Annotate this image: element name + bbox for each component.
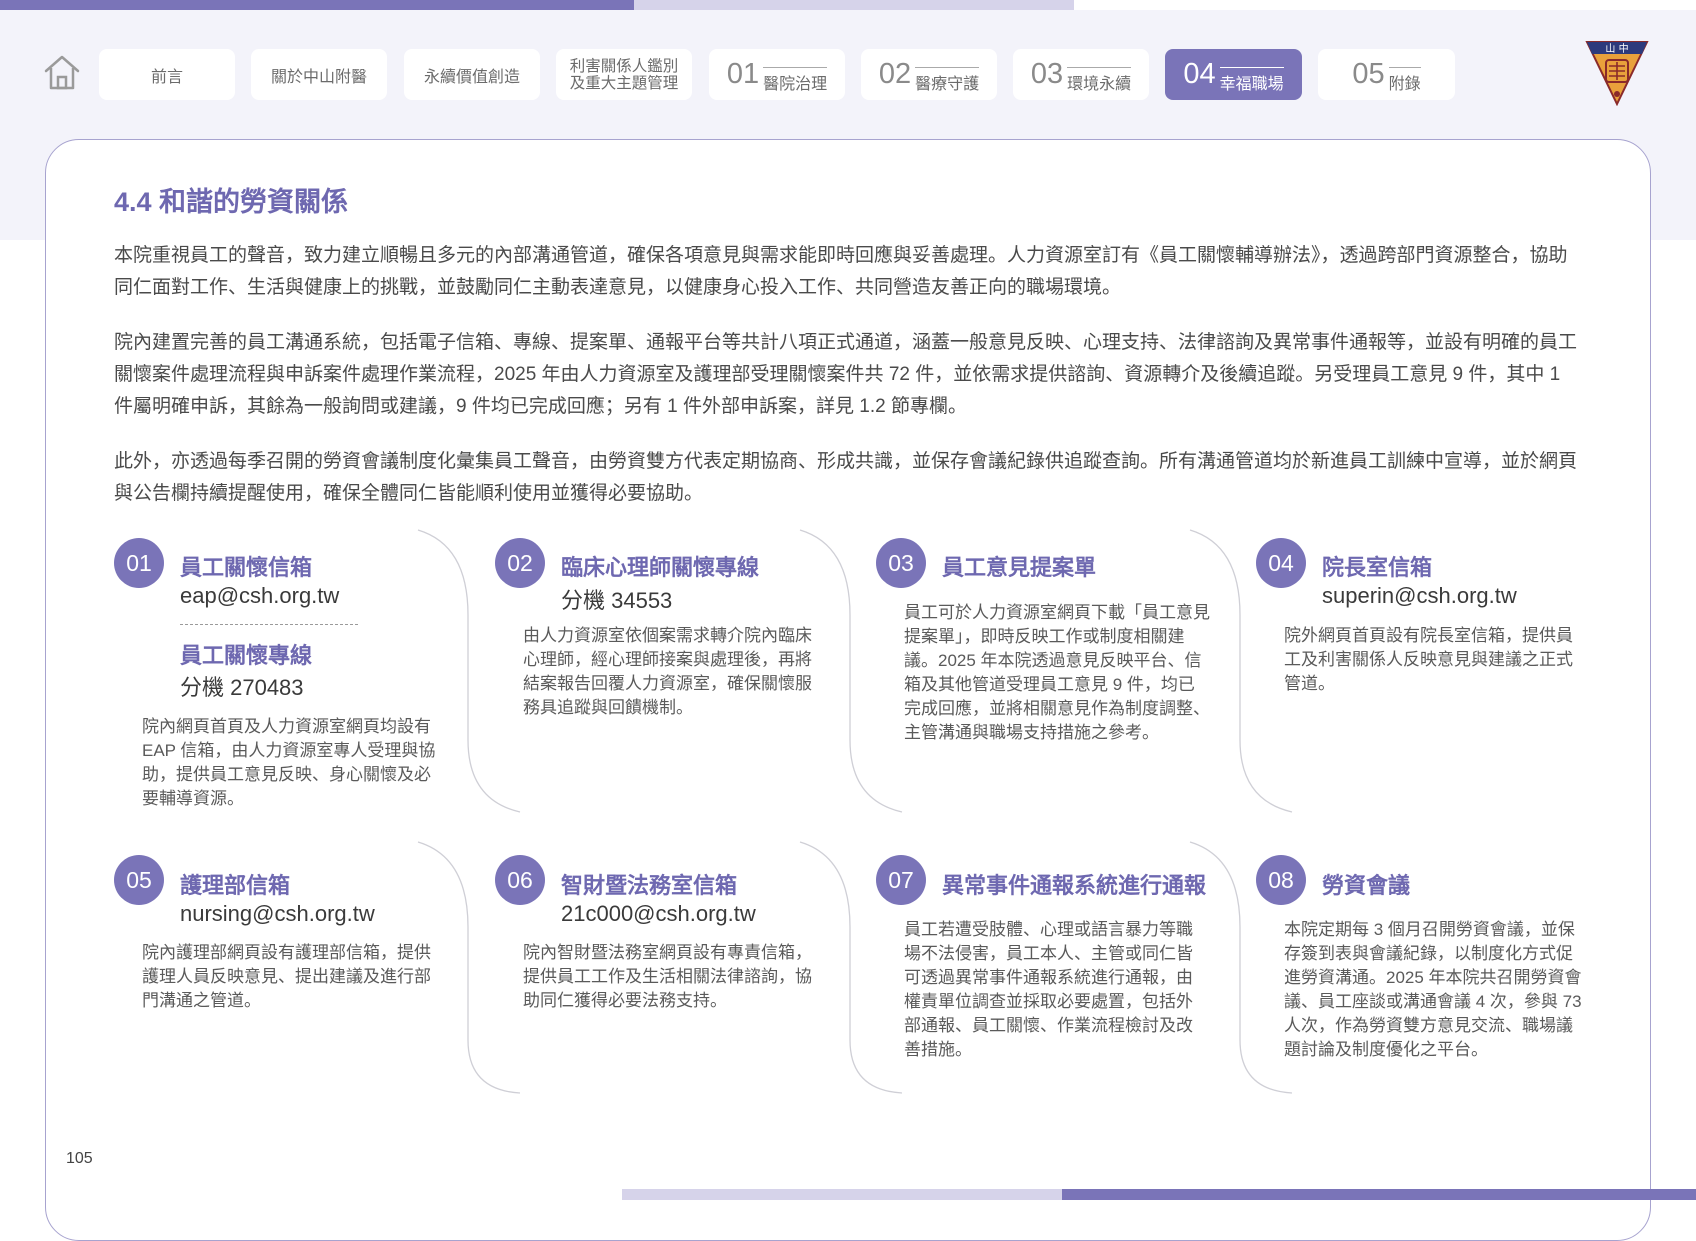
channel-contact-email[interactable]: eap@csh.org.tw <box>180 583 339 609</box>
nav-tab-number: 02 <box>878 58 912 90</box>
channel-title: 勞資會議 <box>1322 873 1411 898</box>
channel-description: 院內護理部網頁設有護理部信箱，提供護理人員反映意見、提出建議及進行部門溝通之管道… <box>142 943 431 1010</box>
channel-title: 員工意見提案單 <box>942 555 1097 580</box>
paragraph-2: 院內建置完善的員工溝通系統，包括電子信箱、專線、提案單、通報平台等共計八項正式通… <box>114 332 1578 417</box>
channel-description: 本院定期每 3 個月召開勞資會議，並保存簽到表與會議紀錄，以制度化方式促進勞資溝… <box>1284 920 1582 1059</box>
nav-tab-label: 前言 <box>150 68 183 86</box>
page-number: 105 <box>66 1150 93 1167</box>
channel-number-badge: 08 <box>1256 855 1306 905</box>
hospital-logo: 山 中 <box>1584 38 1650 107</box>
nav-tab-number: 04 <box>1183 58 1216 90</box>
nav-tab-04-active[interactable]: 04 幸福職場 <box>1165 49 1302 100</box>
channel-title: 員工關懷信箱 <box>180 555 313 580</box>
paragraph-1: 本院重視員工的聲音，致力建立順暢且多元的內部溝通管道，確保各項意見與需求能即時回… <box>114 245 1568 298</box>
channel-number-badge: 02 <box>495 538 545 588</box>
channel-title: 護理部信箱 <box>180 873 291 898</box>
nav-tab-label-line1: 利害關係人鑑別 <box>569 57 679 75</box>
nav-tab-label-line2: 及重大主題管理 <box>569 74 679 92</box>
nav-tab-number: 01 <box>726 58 760 90</box>
nav-tab-about[interactable]: 關於中山附醫 <box>251 49 387 100</box>
channel-title: 臨床心理師關懷專線 <box>561 555 760 580</box>
channel-description: 員工可於人力資源室網頁下載「員工意見提案單」，即時反映工作或制度相關建議。202… <box>904 603 1210 742</box>
nav-tab-number: 05 <box>1352 58 1385 90</box>
nav-tab-label: 附錄 <box>1388 67 1421 94</box>
nav-tab-preface[interactable]: 前言 <box>99 49 235 100</box>
paragraph-3: 此外，亦透過每季召開的勞資會議制度化彙集員工聲音，由勞資雙方代表定期協商、形成共… <box>114 451 1578 504</box>
nav-tab-label: 醫療守護 <box>915 67 980 94</box>
nav-tab-stakeholders[interactable]: 利害關係人鑑別 及重大主題管理 <box>556 49 692 100</box>
nav-tab-number: 03 <box>1030 58 1064 90</box>
bottom-accent-bar <box>1062 1189 1696 1200</box>
top-accent-bar <box>0 0 634 10</box>
nav-tab-03[interactable]: 03 環境永續 <box>1013 49 1149 100</box>
nav-tab-01[interactable]: 01 醫院治理 <box>709 49 845 100</box>
channel-title: 院長室信箱 <box>1322 555 1433 580</box>
home-icon[interactable] <box>42 52 82 92</box>
channel-number-badge: 06 <box>495 855 545 905</box>
channel-contact-email[interactable]: nursing@csh.org.tw <box>180 901 375 927</box>
top-accent-bar-light <box>634 0 1074 10</box>
channel-number-badge: 04 <box>1256 538 1306 588</box>
nav-tab-label: 幸福職場 <box>1219 67 1284 94</box>
channel-number-badge: 05 <box>114 855 164 905</box>
channel-number-badge: 07 <box>876 855 926 905</box>
nav-tab-02[interactable]: 02 醫療守護 <box>861 49 997 100</box>
bottom-accent-bar-light <box>622 1189 1062 1200</box>
channel-contact-email[interactable]: 21c000@csh.org.tw <box>561 901 756 927</box>
nav-tab-label: 關於中山附醫 <box>270 68 367 86</box>
nav-tab-label: 環境永續 <box>1067 67 1132 94</box>
nav-tab-label: 永續價值創造 <box>423 68 520 86</box>
nav-tab-value-creation[interactable]: 永續價值創造 <box>404 49 540 100</box>
nav-tab-05[interactable]: 05 附錄 <box>1318 49 1455 100</box>
channel-description: 院內智財暨法務室網頁設有專責信箱，提供員工工作及生活相關法律諮詢，協助同仁獲得必… <box>523 943 812 1010</box>
channel-title: 智財暨法務室信箱 <box>561 873 738 898</box>
nav-tab-label: 醫院治理 <box>763 67 828 94</box>
channel-number-badge: 01 <box>114 538 164 588</box>
svg-text:山 中: 山 中 <box>1605 42 1628 55</box>
channel-title-hotline: 員工關懷專線 <box>180 643 313 668</box>
section-title: 4.4 和諧的勞資關係 <box>114 187 349 217</box>
channel-number-badge: 03 <box>876 538 926 588</box>
channel-divider <box>180 624 358 625</box>
channel-description: 院外網頁首頁設有院長室信箱，提供員工及利害關係人反映意見與建議之正式管道。 <box>1284 626 1573 693</box>
channel-contact-email[interactable]: superin@csh.org.tw <box>1322 583 1517 609</box>
channel-contact-extension: 分機 270483 <box>180 675 304 700</box>
channel-description: 由人力資源室依個案需求轉介院內臨床心理師，經心理師接案與處理後，再將結案報告回覆… <box>523 626 812 717</box>
channel-description: 院內網頁首頁及人力資源室網頁均設有 EAP 信箱，由人力資源室專人受理與協助，提… <box>142 717 436 808</box>
channel-contact-extension: 分機 34553 <box>561 588 673 613</box>
channel-description: 員工若遭受肢體、心理或語言暴力等職場不法侵害，員工本人、主管或同仁皆可透過異常事… <box>904 920 1193 1059</box>
channel-title: 異常事件通報系統進行通報 <box>942 873 1207 898</box>
